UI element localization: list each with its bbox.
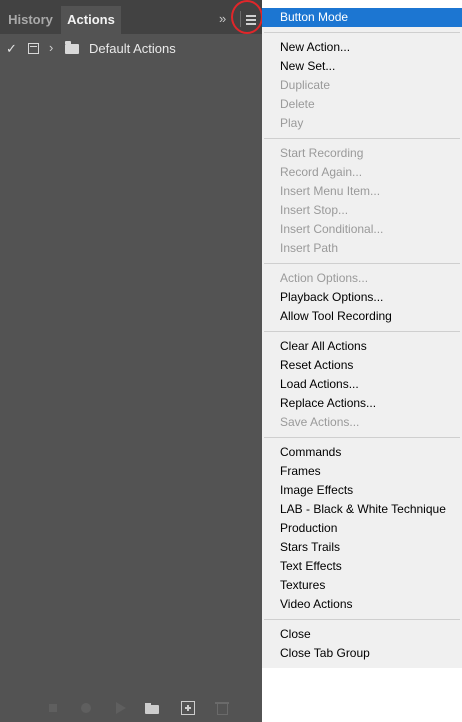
- menu-item-allow-tool-recording[interactable]: Allow Tool Recording: [280, 307, 392, 326]
- menu-item-clear-all-actions[interactable]: Clear All Actions: [280, 337, 367, 356]
- menu-item-video-actions[interactable]: Video Actions: [280, 595, 353, 614]
- tab-actions[interactable]: Actions: [61, 6, 121, 34]
- menu-separator: [264, 331, 460, 332]
- menu-item-action-options[interactable]: Action Options...: [280, 269, 368, 288]
- menu-item-save-actions[interactable]: Save Actions...: [280, 413, 359, 432]
- menu-item-insert-path[interactable]: Insert Path: [280, 239, 338, 258]
- menu-separator: [264, 263, 460, 264]
- menu-item-record-again[interactable]: Record Again...: [280, 163, 362, 182]
- menu-item-insert-menu-item[interactable]: Insert Menu Item...: [280, 182, 380, 201]
- record-icon[interactable]: [79, 701, 93, 715]
- panel-flyout-menu: Button Mode New Action... New Set... Dup…: [262, 8, 462, 668]
- menu-item-duplicate[interactable]: Duplicate: [280, 76, 330, 95]
- menu-item-commands[interactable]: Commands: [280, 443, 341, 462]
- divider: [240, 11, 241, 27]
- menu-item-image-effects[interactable]: Image Effects: [280, 481, 353, 500]
- menu-item-start-recording[interactable]: Start Recording: [280, 144, 363, 163]
- menu-item-stars-trails[interactable]: Stars Trails: [280, 538, 340, 557]
- action-set-row[interactable]: ✓ › Default Actions: [0, 38, 262, 60]
- menu-item-replace-actions[interactable]: Replace Actions...: [280, 394, 376, 413]
- panel-tab-bar: History Actions »: [0, 0, 263, 34]
- menu-item-close[interactable]: Close: [280, 625, 311, 644]
- collapse-panel-icon[interactable]: »: [219, 11, 233, 27]
- folder-icon: [65, 41, 79, 54]
- dialog-toggle-icon[interactable]: [28, 43, 39, 54]
- menu-item-new-action[interactable]: New Action...: [280, 38, 350, 57]
- action-set-label[interactable]: Default Actions: [89, 41, 176, 57]
- delete-icon[interactable]: [215, 701, 229, 715]
- menu-item-insert-stop[interactable]: Insert Stop...: [280, 201, 348, 220]
- menu-item-lab-bw-technique[interactable]: LAB - Black & White Technique: [280, 500, 446, 519]
- new-set-icon[interactable]: [145, 701, 159, 715]
- menu-item-play[interactable]: Play: [280, 114, 303, 133]
- menu-separator: [264, 619, 460, 620]
- play-icon[interactable]: [113, 701, 127, 715]
- tab-history[interactable]: History: [3, 6, 58, 34]
- menu-item-frames[interactable]: Frames: [280, 462, 321, 481]
- menu-separator: [264, 138, 460, 139]
- menu-item-playback-options[interactable]: Playback Options...: [280, 288, 383, 307]
- menu-item-text-effects[interactable]: Text Effects: [280, 557, 342, 576]
- toggle-check-icon[interactable]: ✓: [6, 41, 17, 57]
- new-action-icon[interactable]: [181, 701, 195, 715]
- menu-item-production[interactable]: Production: [280, 519, 337, 538]
- menu-item-insert-conditional[interactable]: Insert Conditional...: [280, 220, 383, 239]
- menu-separator: [264, 32, 460, 33]
- menu-item-button-mode[interactable]: Button Mode: [262, 8, 462, 27]
- panel-menu-button[interactable]: [240, 9, 260, 29]
- menu-item-reset-actions[interactable]: Reset Actions: [280, 356, 353, 375]
- menu-item-load-actions[interactable]: Load Actions...: [280, 375, 359, 394]
- menu-item-close-tab-group[interactable]: Close Tab Group: [280, 644, 370, 663]
- stop-icon[interactable]: [46, 701, 60, 715]
- panel-bottom-toolbar: [0, 694, 262, 722]
- menu-item-delete[interactable]: Delete: [280, 95, 315, 114]
- menu-separator: [264, 437, 460, 438]
- menu-item-textures[interactable]: Textures: [280, 576, 325, 595]
- actions-panel: History Actions » ✓ › Default Actions: [0, 0, 263, 722]
- menu-item-new-set[interactable]: New Set...: [280, 57, 335, 76]
- expand-chevron-icon[interactable]: ›: [49, 40, 53, 56]
